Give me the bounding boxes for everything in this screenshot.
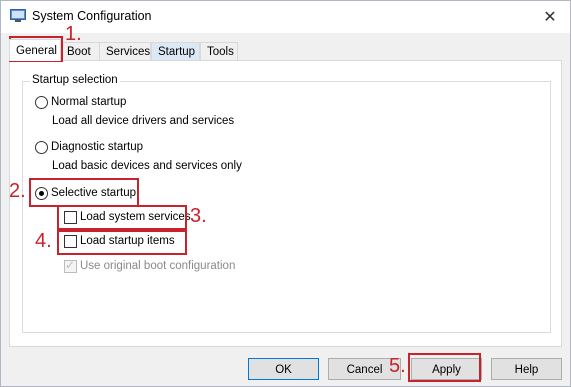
diagnostic-startup-radio[interactable]	[35, 141, 48, 154]
normal-startup-label[interactable]: Normal startup	[51, 96, 126, 108]
close-button[interactable]: ✕	[530, 1, 570, 33]
diagnostic-startup-description: Load basic devices and services only	[52, 160, 242, 172]
annotation-number-3: 3.	[190, 205, 207, 227]
annotation-box-system-services	[57, 205, 187, 230]
system-config-icon	[10, 9, 26, 22]
normal-startup-radio[interactable]	[35, 96, 48, 109]
tab-startup-label: Startup	[158, 46, 196, 58]
annotation-box-selective	[29, 178, 139, 207]
title-bar: System Configuration ✕	[1, 1, 570, 33]
help-button-label: Help	[514, 364, 539, 376]
startup-selection-legend: Startup selection	[30, 74, 120, 86]
tab-tools-label: Tools	[207, 46, 234, 58]
ok-button-label: OK	[275, 364, 292, 376]
annotation-number-1: 1.	[65, 23, 82, 45]
use-original-boot-config-checkbox[interactable]: ✓	[64, 258, 77, 273]
annotation-number-5: 5.	[389, 355, 406, 377]
diagnostic-startup-label[interactable]: Diagnostic startup	[51, 141, 143, 153]
tab-services-label: Services	[106, 46, 151, 58]
annotation-number-2: 2.	[9, 180, 26, 202]
help-button[interactable]: Help	[491, 358, 562, 380]
tab-boot-label: Boot	[67, 46, 91, 58]
normal-startup-description: Load all device drivers and services	[52, 115, 235, 127]
tab-tools[interactable]: Tools	[200, 42, 238, 60]
annotation-box-apply	[408, 353, 481, 382]
tab-startup[interactable]: Startup	[151, 42, 200, 60]
cancel-button-label: Cancel	[346, 364, 383, 376]
tab-services[interactable]: Services	[99, 42, 151, 60]
use-original-boot-config-label[interactable]: Use original boot configuration	[80, 260, 235, 272]
ok-button[interactable]: OK	[248, 358, 319, 380]
tab-general-label: General	[16, 45, 57, 57]
window-title: System Configuration	[32, 9, 152, 23]
close-icon: ✕	[543, 9, 557, 26]
checkmark-icon: ✓	[65, 258, 76, 272]
annotation-box-startup-items	[57, 230, 187, 255]
tab-general[interactable]: General	[9, 39, 61, 61]
annotation-number-4: 4.	[35, 230, 52, 252]
system-configuration-window: System Configuration ✕ General Boot Serv…	[0, 0, 571, 387]
